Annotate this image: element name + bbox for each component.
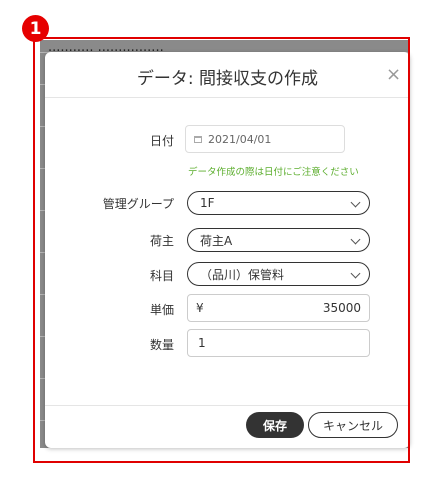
group-label: 管理グループ: [102, 197, 174, 211]
shipper-value: 荷主A: [200, 233, 233, 248]
date-hint: データ作成の際は日付にご注意ください: [188, 167, 359, 178]
subject-value: （品川）保管料: [200, 267, 285, 282]
unit-price-label: 単価: [149, 303, 174, 317]
shipper-label: 荷主: [149, 234, 174, 248]
group-value: 1F: [200, 196, 215, 210]
save-button[interactable]: 保存: [246, 412, 304, 438]
quantity-input[interactable]: 1: [187, 329, 370, 357]
create-indirect-balance-dialog: データ: 間接収支の作成 × 日付 2021/04/01 データ作成の際は日付に…: [45, 52, 410, 448]
cancel-button[interactable]: キャンセル: [308, 412, 398, 438]
dialog-footer-divider: [45, 405, 410, 406]
chevron-down-icon: [350, 234, 361, 245]
dialog-header: データ: 間接収支の作成 ×: [45, 52, 410, 98]
step-number-badge: 1: [22, 15, 49, 42]
quantity-value: 1: [198, 336, 206, 350]
unit-price-input[interactable]: ¥ 35000: [187, 294, 370, 322]
subject-label: 科目: [149, 269, 174, 283]
group-select[interactable]: 1F: [187, 191, 370, 215]
quantity-label: 数量: [149, 338, 174, 352]
subject-select[interactable]: （品川）保管料: [187, 262, 370, 286]
date-value: 2021/04/01: [208, 132, 272, 146]
calendar-icon: [194, 135, 202, 143]
date-field[interactable]: 2021/04/01: [185, 125, 345, 153]
chevron-down-icon: [350, 197, 361, 208]
date-label: 日付: [149, 134, 174, 148]
currency-prefix: ¥: [196, 301, 204, 315]
close-icon[interactable]: ×: [386, 64, 401, 85]
chevron-down-icon: [350, 268, 361, 279]
shipper-select[interactable]: 荷主A: [187, 228, 370, 252]
unit-price-value: 35000: [322, 301, 361, 315]
dialog-title: データ: 間接収支の作成: [136, 69, 319, 89]
